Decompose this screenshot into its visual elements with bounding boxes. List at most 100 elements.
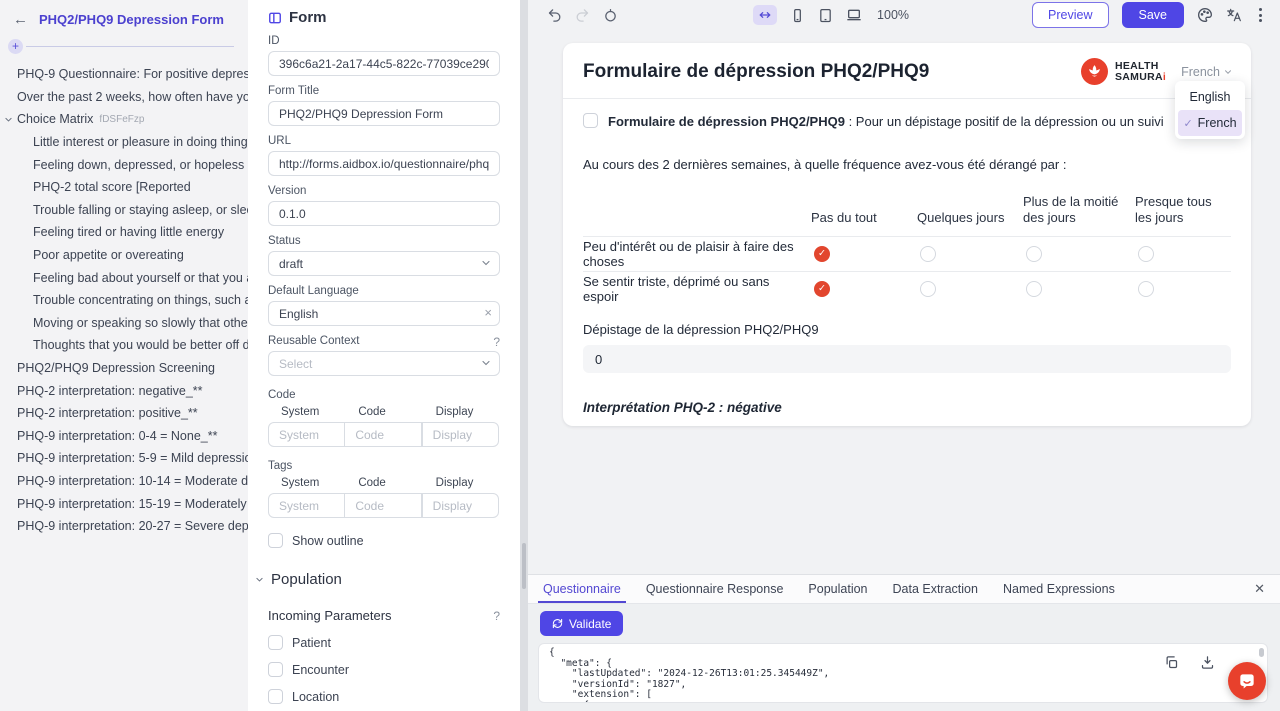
radio-checked-icon[interactable]: ✓	[814, 246, 830, 262]
panel-header: Form	[268, 9, 500, 26]
preview-button[interactable]: Preview	[1032, 2, 1108, 28]
outline-item[interactable]: PHQ-9 interpretation: 10-14 = Moderate d…	[0, 470, 248, 493]
outline-item[interactable]: PHQ-2 total score [Reported	[0, 176, 248, 199]
help-icon[interactable]: ?	[493, 609, 500, 623]
radio-option[interactable]	[1138, 246, 1154, 262]
encounter-checkbox[interactable]	[268, 662, 283, 677]
chat-launcher-icon[interactable]	[1228, 662, 1266, 700]
version-field[interactable]	[268, 201, 500, 226]
tab-questionnaire[interactable]: Questionnaire	[543, 575, 621, 603]
check-icon: ✓	[818, 249, 826, 259]
outline-item[interactable]: PHQ-9 interpretation: 0-4 = None_**	[0, 425, 248, 448]
radio-option[interactable]	[1026, 281, 1042, 297]
form-title-field[interactable]	[268, 101, 500, 126]
more-options-icon[interactable]	[1255, 6, 1266, 24]
language-option-english[interactable]: English	[1178, 84, 1242, 110]
outline-item[interactable]: PHQ-2 interpretation: negative_**	[0, 379, 248, 402]
radio-option[interactable]	[1026, 246, 1042, 262]
tags-system-field[interactable]	[268, 493, 345, 518]
population-section-header[interactable]: Population	[255, 571, 500, 588]
code-code-field[interactable]	[344, 422, 421, 447]
outline-item[interactable]: Feeling tired or having little energy	[0, 221, 248, 244]
outline-item[interactable]: PHQ-9 interpretation: 15-19 = Moderately…	[0, 492, 248, 515]
outline-item[interactable]: Moving or speaking so slowly that other …	[0, 312, 248, 335]
panel-splitter[interactable]	[520, 0, 528, 711]
outline-item[interactable]: PHQ-9 Questionnaire: For positive depres…	[0, 63, 248, 86]
tablet-view-icon[interactable]	[818, 8, 833, 23]
check-icon: ✓	[818, 284, 826, 294]
add-item-button[interactable]: +	[8, 39, 23, 54]
group-checkbox[interactable]	[583, 113, 598, 128]
outline-item[interactable]: PHQ2/PHQ9 Depression Screening	[0, 357, 248, 380]
status-select[interactable]	[268, 251, 500, 276]
location-checkbox[interactable]	[268, 689, 283, 704]
reusable-context-label: Reusable Context ?	[268, 335, 500, 347]
tags-col-system: System	[268, 477, 345, 489]
validate-button[interactable]: Validate	[540, 611, 623, 636]
save-button[interactable]: Save	[1122, 2, 1185, 28]
outline-item-choice-matrix[interactable]: Choice Matrix fDSFeFzp	[0, 108, 248, 131]
patient-checkbox[interactable]	[268, 635, 283, 650]
id-field[interactable]	[268, 51, 500, 76]
reusable-context-value[interactable]	[268, 351, 500, 376]
outline-item[interactable]: Trouble concentrating on things, such as…	[0, 289, 248, 312]
splitter-handle[interactable]	[522, 543, 526, 589]
language-option-french[interactable]: ✓ French	[1178, 110, 1242, 136]
matrix-option-cell	[917, 236, 1023, 271]
chevron-down-icon	[255, 575, 264, 584]
close-icon[interactable]: ✕	[1254, 581, 1265, 597]
desktop-view-icon[interactable]	[846, 7, 862, 23]
preview-form-title: Formulaire de dépression PHQ2/PHQ9	[583, 61, 1081, 83]
theme-palette-icon[interactable]	[1197, 7, 1213, 23]
default-language-value[interactable]	[268, 301, 500, 326]
radio-option[interactable]	[920, 246, 936, 262]
language-selector[interactable]: French	[1181, 65, 1233, 79]
outline-item[interactable]: Feeling bad about yourself or that you a…	[0, 266, 248, 289]
tab-questionnaire-response[interactable]: Questionnaire Response	[646, 575, 784, 603]
tab-population[interactable]: Population	[808, 575, 867, 603]
code-display-field[interactable]	[422, 422, 499, 447]
show-outline-label: Show outline	[292, 534, 364, 548]
back-icon[interactable]: ←	[13, 11, 28, 28]
download-icon[interactable]	[1200, 655, 1215, 670]
validate-row: Validate	[528, 604, 1280, 636]
chevron-down-icon[interactable]	[4, 115, 17, 124]
json-editor-content[interactable]: { "meta": { "lastUpdated": "2024-12-26T1…	[539, 644, 1267, 703]
clear-icon[interactable]: ×	[484, 305, 492, 320]
param-patient-row: Patient	[268, 635, 500, 650]
reusable-context-select[interactable]	[268, 351, 500, 376]
refresh-icon[interactable]	[603, 8, 618, 23]
json-editor[interactable]: { "meta": { "lastUpdated": "2024-12-26T1…	[538, 643, 1268, 703]
tags-code-field[interactable]	[344, 493, 421, 518]
translate-icon[interactable]	[1226, 7, 1242, 23]
status-value[interactable]	[268, 251, 500, 276]
tab-named-expressions[interactable]: Named Expressions	[1003, 575, 1115, 603]
radio-option[interactable]	[1138, 281, 1154, 297]
editor-scrollbar-thumb[interactable]	[1259, 648, 1264, 657]
outline-item[interactable]: PHQ-9 interpretation: 20-27 = Severe dep…	[0, 515, 248, 538]
score-field[interactable]: 0	[583, 345, 1231, 373]
url-field[interactable]	[268, 151, 500, 176]
phone-view-icon[interactable]	[790, 8, 805, 23]
copy-icon[interactable]	[1164, 655, 1179, 670]
help-icon[interactable]: ?	[493, 335, 500, 349]
tags-display-field[interactable]	[422, 493, 499, 518]
radio-checked-icon[interactable]: ✓	[814, 281, 830, 297]
outline-item[interactable]: Little interest or pleasure in doing thi…	[0, 131, 248, 154]
redo-icon[interactable]	[575, 8, 590, 23]
tab-data-extraction[interactable]: Data Extraction	[893, 575, 978, 603]
radio-option[interactable]	[920, 281, 936, 297]
panel-title: Form	[289, 9, 327, 26]
default-language-select[interactable]: ×	[268, 301, 500, 326]
outline-item[interactable]: PHQ-2 interpretation: positive_**	[0, 402, 248, 425]
outline-item[interactable]: PHQ-9 interpretation: 5-9 = Mild depress…	[0, 447, 248, 470]
outline-item[interactable]: Poor appetite or overeating	[0, 244, 248, 267]
code-system-field[interactable]	[268, 422, 345, 447]
outline-item[interactable]: Trouble falling or staying asleep, or sl…	[0, 199, 248, 222]
show-outline-checkbox[interactable]	[268, 533, 283, 548]
undo-icon[interactable]	[547, 8, 562, 23]
outline-item[interactable]: Over the past 2 weeks, how often have yo…	[0, 86, 248, 109]
responsive-width-icon[interactable]	[753, 5, 777, 25]
outline-item[interactable]: Feeling down, depressed, or hopeless	[0, 153, 248, 176]
outline-item[interactable]: Thoughts that you would be better off de…	[0, 334, 248, 357]
